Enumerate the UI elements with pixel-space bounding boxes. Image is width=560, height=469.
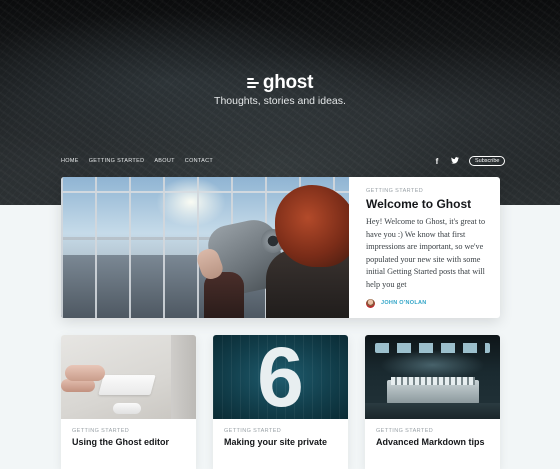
post-tag[interactable]: GETTING STARTED (376, 428, 489, 434)
social-links: f Subscribe (433, 156, 506, 166)
floor (365, 403, 500, 419)
post-title[interactable]: Welcome to Ghost (366, 197, 490, 211)
author-avatar[interactable] (366, 298, 375, 308)
post-card[interactable]: 6 GETTING STARTED Making your site priva… (213, 335, 348, 469)
site-tagline: Thoughts, stories and ideas. (214, 95, 346, 107)
control-panel (391, 377, 475, 385)
site-name: ghost (262, 72, 314, 93)
post-card-image[interactable] (61, 335, 196, 419)
number-six-graphic: 6 (257, 335, 304, 419)
post-title[interactable]: Advanced Markdown tips (376, 437, 489, 447)
post-excerpt: Hey! Welcome to Ghost, it's great to hav… (366, 217, 486, 289)
nav-item-getting-started[interactable]: GETTING STARTED (89, 158, 145, 164)
post-card-image[interactable] (365, 335, 500, 419)
ceiling-lights (375, 343, 490, 353)
main-nav: HOME GETTING STARTED ABOUT CONTACT (61, 158, 213, 164)
post-card-content: GETTING STARTED Making your site private (213, 419, 348, 447)
site-logo[interactable]: ghost (0, 72, 560, 94)
post-author[interactable]: JOHN O'NOLAN (366, 298, 490, 308)
author-name[interactable]: JOHN O'NOLAN (381, 300, 427, 306)
post-tag[interactable]: GETTING STARTED (366, 188, 490, 194)
post-title[interactable]: Making your site private (224, 437, 337, 447)
post-card-content: GETTING STARTED Using the Ghost editor (61, 419, 196, 447)
ceiling-glow (380, 350, 485, 380)
monitor-stand (171, 335, 196, 419)
post-card[interactable]: GETTING STARTED Advanced Markdown tips (365, 335, 500, 469)
person-hair (275, 185, 349, 267)
twitter-icon[interactable] (451, 156, 459, 166)
post-title[interactable]: Using the Ghost editor (72, 437, 185, 447)
nav-item-about[interactable]: ABOUT (154, 158, 174, 164)
ghost-logo-icon (246, 78, 259, 88)
post-tag[interactable]: GETTING STARTED (72, 428, 185, 434)
featured-post-card[interactable]: GETTING STARTED Welcome to Ghost Hey! We… (61, 177, 500, 318)
subscribe-button[interactable]: Subscribe (469, 156, 506, 166)
featured-post-content: GETTING STARTED Welcome to Ghost Hey! We… (349, 177, 500, 318)
post-card-content: GETTING STARTED Advanced Markdown tips (365, 419, 500, 447)
facebook-icon[interactable]: f (433, 157, 441, 166)
site-header: ghost Thoughts, stories and ideas. HOME … (0, 0, 560, 205)
featured-post-image[interactable] (61, 177, 349, 318)
nav-item-home[interactable]: HOME (61, 158, 79, 164)
hand (65, 365, 105, 381)
keyboard (98, 375, 156, 395)
post-card-image[interactable]: 6 (213, 335, 348, 419)
mouse (113, 403, 141, 414)
post-tag[interactable]: GETTING STARTED (224, 428, 337, 434)
nav-item-contact[interactable]: CONTACT (185, 158, 213, 164)
post-card[interactable]: GETTING STARTED Using the Ghost editor (61, 335, 196, 469)
